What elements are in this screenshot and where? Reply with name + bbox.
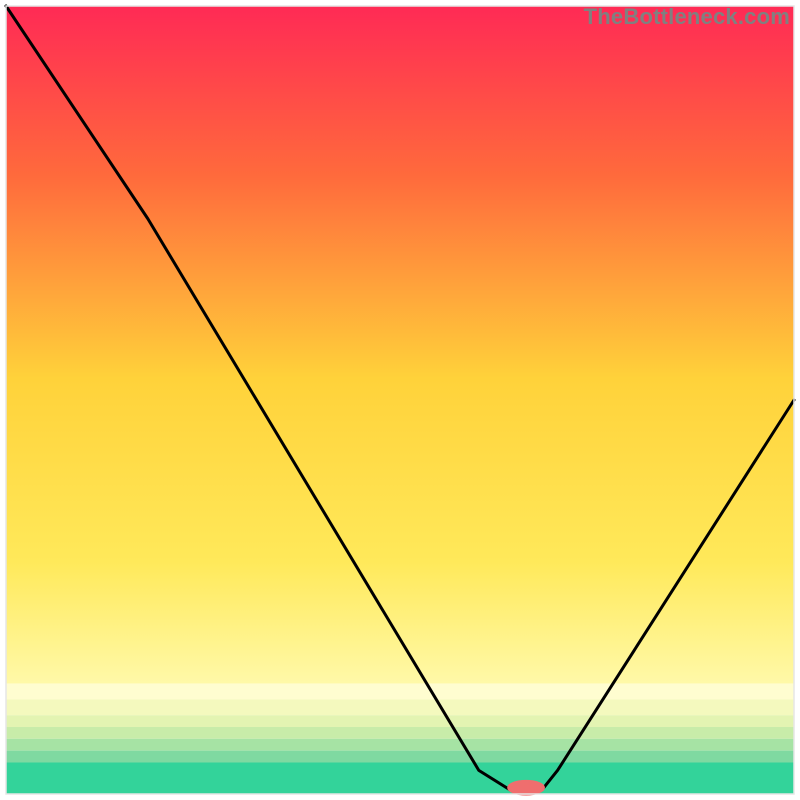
background-bands [6, 684, 794, 794]
bottleneck-chart: TheBottleneck.com [0, 0, 800, 800]
background-band [6, 699, 794, 715]
background-band [6, 727, 794, 739]
background-band [6, 751, 794, 763]
chart-svg [0, 0, 800, 800]
background-band [6, 739, 794, 751]
sweet-spot-marker [507, 780, 545, 796]
background-band [6, 762, 794, 794]
background-gradient [6, 6, 794, 684]
background-band [6, 715, 794, 727]
background-band [6, 684, 794, 700]
plot-area [6, 6, 794, 796]
